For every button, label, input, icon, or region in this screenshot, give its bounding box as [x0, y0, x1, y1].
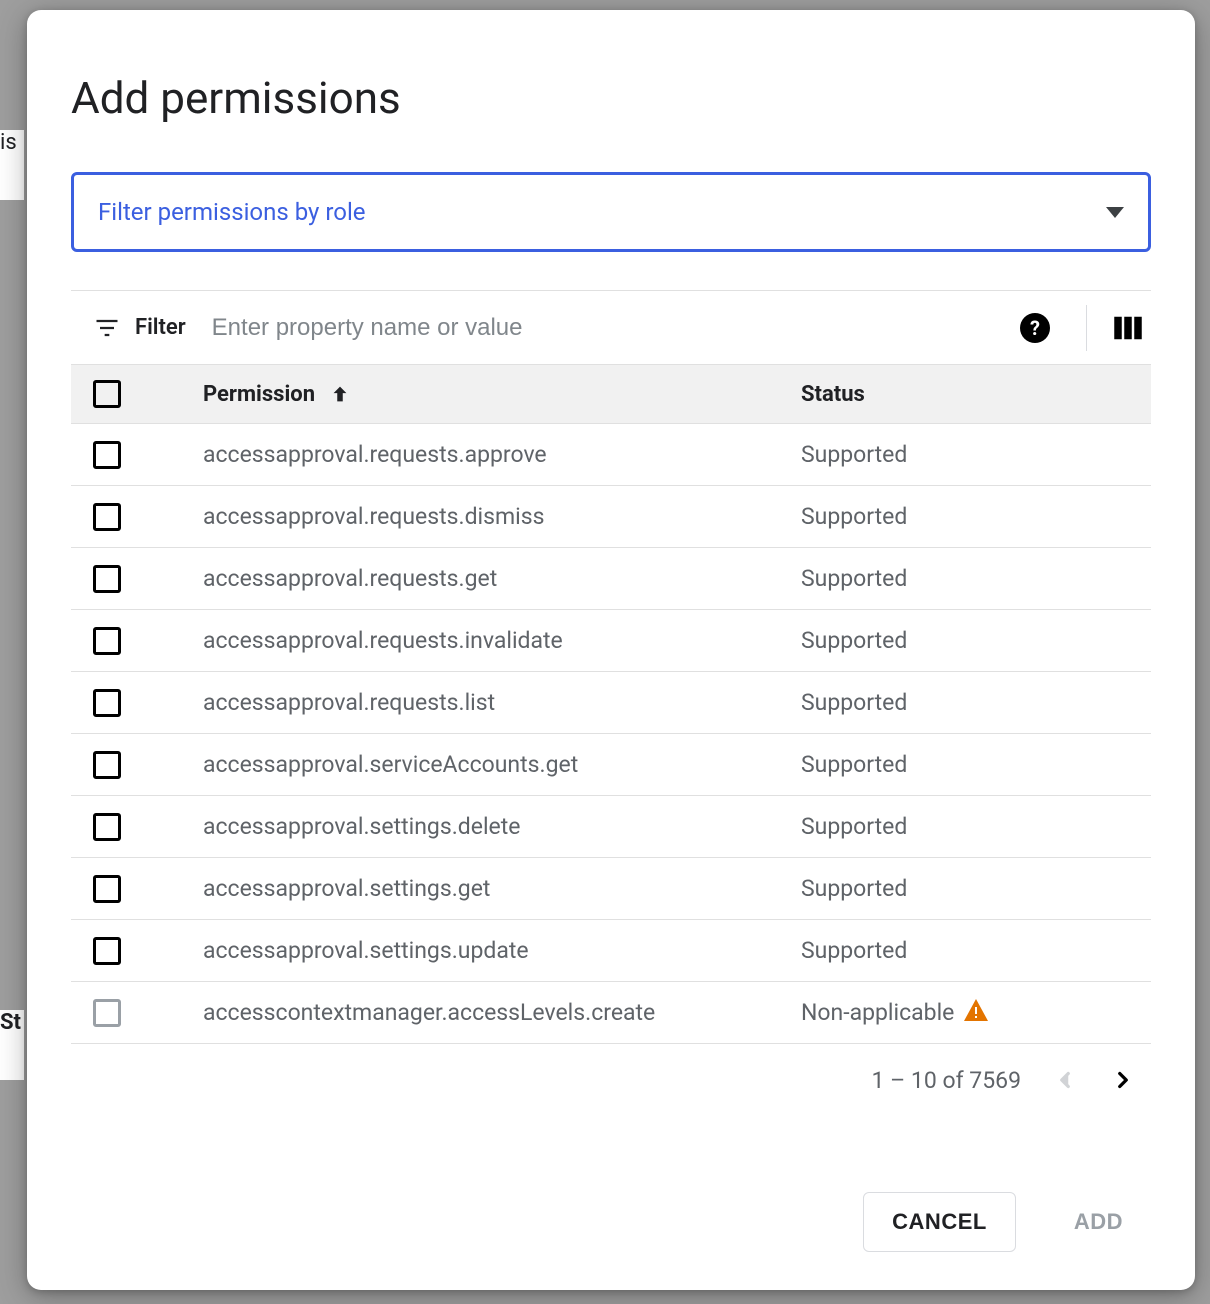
next-page-button[interactable]	[1103, 1060, 1143, 1100]
table-row: accessapproval.requests.get Supported	[71, 548, 1151, 610]
filter-icon	[93, 314, 121, 342]
table-row: accessapproval.requests.approve Supporte…	[71, 424, 1151, 486]
pagination-label: 1 – 10 of 7569	[871, 1067, 1021, 1094]
dialog-footer: CANCEL ADD	[71, 1192, 1151, 1260]
columns-icon[interactable]	[1113, 315, 1143, 341]
status-cell: Non-applicable	[801, 999, 1151, 1027]
permission-cell: accessapproval.settings.update	[203, 937, 801, 964]
table-row: accessapproval.requests.dismiss Supporte…	[71, 486, 1151, 548]
warning-icon	[964, 999, 988, 1027]
table-row: accessapproval.requests.invalidate Suppo…	[71, 610, 1151, 672]
table-row: accesscontextmanager.accessLevels.create…	[71, 982, 1151, 1044]
filter-label: Filter	[135, 315, 186, 340]
table-header: Permission Status	[71, 364, 1151, 424]
select-all-checkbox[interactable]	[93, 380, 121, 408]
help-icon[interactable]: ?	[1020, 313, 1050, 343]
column-header-status-label: Status	[801, 382, 865, 407]
status-cell: Supported	[801, 875, 1151, 902]
sort-ascending-icon	[329, 383, 351, 405]
row-checkbox[interactable]	[93, 503, 121, 531]
permission-cell: accessapproval.requests.dismiss	[203, 503, 801, 530]
permissions-table: Permission Status accessapproval.request…	[71, 364, 1151, 1044]
table-row: accessapproval.settings.update Supported	[71, 920, 1151, 982]
background-fragment: is	[0, 130, 24, 200]
dialog-title: Add permissions	[71, 72, 1151, 124]
row-checkbox[interactable]	[93, 813, 121, 841]
divider	[1086, 305, 1087, 351]
permission-cell: accessapproval.requests.invalidate	[203, 627, 801, 654]
filter-by-role-dropdown[interactable]: Filter permissions by role	[71, 172, 1151, 252]
row-checkbox[interactable]	[93, 937, 121, 965]
filter-by-role-label: Filter permissions by role	[98, 198, 366, 226]
status-cell: Supported	[801, 937, 1151, 964]
row-checkbox[interactable]	[93, 689, 121, 717]
row-checkbox[interactable]	[93, 565, 121, 593]
table-row: accessapproval.settings.get Supported	[71, 858, 1151, 920]
column-header-permission-label: Permission	[203, 382, 315, 407]
pagination: 1 – 10 of 7569	[71, 1050, 1151, 1110]
permission-cell: accessapproval.serviceAccounts.get	[203, 751, 801, 778]
table-row: accessapproval.settings.delete Supported	[71, 796, 1151, 858]
row-checkbox[interactable]	[93, 627, 121, 655]
permission-cell: accessapproval.requests.get	[203, 565, 801, 592]
status-cell: Supported	[801, 565, 1151, 592]
column-header-permission[interactable]: Permission	[203, 382, 801, 407]
add-button[interactable]: ADD	[1046, 1193, 1151, 1251]
caret-down-icon	[1106, 207, 1124, 218]
status-cell: Supported	[801, 751, 1151, 778]
row-checkbox[interactable]	[93, 441, 121, 469]
filter-input[interactable]	[210, 313, 1020, 343]
table-row: accessapproval.requests.list Supported	[71, 672, 1151, 734]
status-cell: Supported	[801, 627, 1151, 654]
filter-toolbar: Filter ?	[71, 290, 1151, 364]
status-cell: Supported	[801, 689, 1151, 716]
row-checkbox[interactable]	[93, 875, 121, 903]
permission-cell: accessapproval.requests.list	[203, 689, 801, 716]
add-permissions-dialog: Add permissions Filter permissions by ro…	[27, 10, 1195, 1290]
status-cell: Supported	[801, 441, 1151, 468]
table-row: accessapproval.serviceAccounts.get Suppo…	[71, 734, 1151, 796]
status-cell: Supported	[801, 503, 1151, 530]
permission-cell: accessapproval.settings.get	[203, 875, 801, 902]
row-checkbox[interactable]	[93, 999, 121, 1027]
permission-cell: accessapproval.requests.approve	[203, 441, 801, 468]
cancel-button[interactable]: CANCEL	[863, 1192, 1016, 1252]
column-header-status[interactable]: Status	[801, 382, 1151, 407]
previous-page-button[interactable]	[1045, 1060, 1085, 1100]
permission-cell: accesscontextmanager.accessLevels.create	[203, 999, 801, 1026]
permission-cell: accessapproval.settings.delete	[203, 813, 801, 840]
background-fragment: St	[0, 1010, 24, 1080]
status-cell: Supported	[801, 813, 1151, 840]
row-checkbox[interactable]	[93, 751, 121, 779]
